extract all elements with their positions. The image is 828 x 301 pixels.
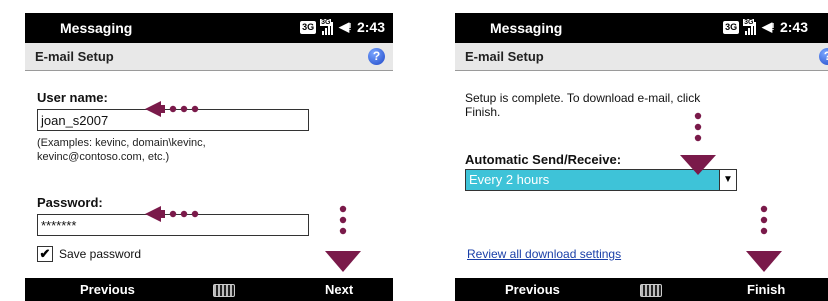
annotation-overlay [680,112,782,272]
dot [339,205,347,213]
dot [760,205,768,213]
dot [191,210,199,218]
dot [180,210,188,218]
dot [180,105,188,113]
dot [694,123,702,131]
dot [694,134,702,142]
dot [169,105,177,113]
arrow-to-dropdown [680,155,716,175]
arrow-to-finish [746,251,782,272]
dot [760,227,768,235]
arrow-to-password [145,206,161,222]
arrow-to-next [325,251,361,272]
dot [169,210,177,218]
email-setup-screen-complete: Messaging 3G 3G ◀ᵎ 2:43 E-mail Setup ? S… [455,13,828,301]
dot [191,105,199,113]
dot [339,227,347,235]
dot [760,216,768,224]
dot [694,112,702,120]
dot [339,216,347,224]
email-setup-screen-credentials: Messaging 3G 3G ◀ᵎ 2:43 E-mail Setup ? U… [25,13,393,301]
arrow-to-username [145,101,161,117]
annotation-overlay [145,101,361,272]
